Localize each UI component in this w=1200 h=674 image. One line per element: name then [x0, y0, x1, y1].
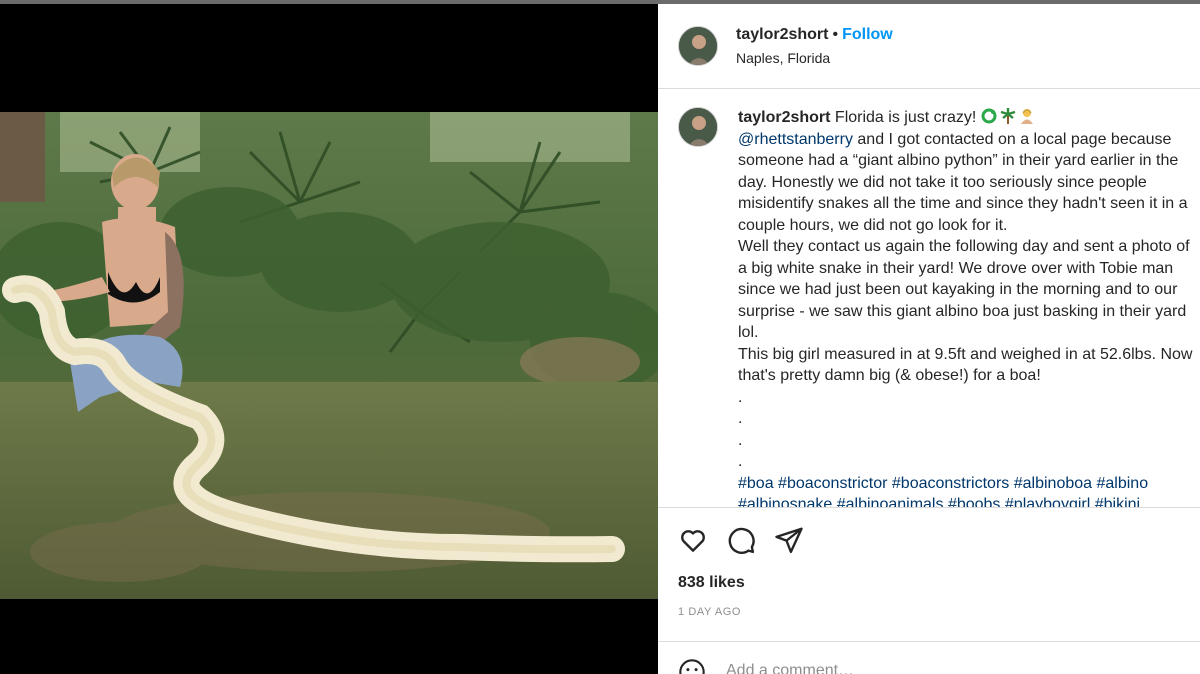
- hashtag-link[interactable]: #boobs: [948, 496, 1001, 507]
- hashtag-link[interactable]: #boa: [738, 475, 774, 492]
- mention-link[interactable]: @rhettstanberry: [738, 131, 853, 148]
- person-shrugging-emoji: [1020, 109, 1033, 124]
- caption-line: someone had a “giant albino python” in t…: [738, 152, 1179, 169]
- post-side-panel: taylor2short • Follow Naples, Florida tayl…: [658, 4, 1200, 674]
- comment-icon[interactable]: [726, 525, 756, 555]
- caption-line: .: [738, 453, 743, 470]
- caption-text: taylor2short Florida is just crazy! @rhe…: [738, 107, 1200, 507]
- avatar[interactable]: [678, 26, 718, 66]
- share-icon[interactable]: [774, 525, 804, 555]
- caption-line: a big white snake in their yard! We drov…: [738, 259, 1174, 277]
- post-header: taylor2short • Follow Naples, Florida: [658, 4, 1200, 89]
- follow-button[interactable]: Follow: [842, 26, 893, 43]
- post-header-line: taylor2short • Follow: [736, 26, 893, 44]
- hashtag-link[interactable]: #boaconstrictor: [778, 475, 887, 492]
- separator-dot: •: [832, 26, 839, 43]
- caption-line: This big girl measured in at 9.5ft and w…: [738, 345, 1193, 363]
- avatar-image: [679, 27, 717, 65]
- emoji-picker-icon[interactable]: [678, 658, 706, 674]
- add-comment-bar: [658, 641, 1200, 674]
- caption-line: lol.: [738, 324, 759, 341]
- caption-scroll-area[interactable]: taylor2short Florida is just crazy! @rhe…: [658, 89, 1200, 508]
- palm-tree-emoji: [1000, 108, 1016, 124]
- heart-icon[interactable]: [678, 525, 708, 555]
- comment-input[interactable]: [726, 662, 1126, 674]
- caption-line: since we had just been out kayaking in t…: [738, 281, 1178, 298]
- caption-line: Well they contact us again the following…: [738, 238, 1190, 255]
- hashtags-line-2: #albinosnake #albinoanimals #boobs #play…: [738, 494, 1200, 507]
- hashtag-link[interactable]: #bikini: [1095, 496, 1140, 507]
- hashtag-link[interactable]: #albinoanimals: [837, 496, 944, 507]
- caption-avatar[interactable]: [678, 107, 718, 147]
- likes-count[interactable]: 838 likes: [678, 574, 745, 592]
- hashtag-link[interactable]: #albinosnake: [738, 496, 832, 507]
- caption-first-text: Florida is just crazy!: [834, 109, 977, 126]
- caption-line: .: [738, 410, 743, 427]
- caption-line: .: [738, 431, 743, 449]
- hashtag-link[interactable]: #albino: [1096, 475, 1148, 492]
- post-location[interactable]: Naples, Florida: [736, 50, 830, 66]
- hashtag-link[interactable]: #boaconstrictors: [892, 475, 1009, 492]
- post-photo: [0, 112, 658, 599]
- post-time-ago: 1 DAY AGO: [678, 606, 742, 618]
- caption-line: surprise - we saw this giant albino boa …: [738, 302, 1187, 320]
- caption-line-1: and I got contacted on a local page beca…: [852, 130, 1172, 148]
- caption-username[interactable]: taylor2short: [738, 109, 830, 126]
- snake-emoji: [981, 108, 997, 124]
- caption-line: that's pretty damn big (& obese!) for a …: [738, 367, 1041, 384]
- caption-avatar-image: [679, 108, 717, 146]
- caption-line: day. Honestly we did not take it too ser…: [738, 173, 1147, 191]
- caption-line: .: [738, 388, 743, 406]
- hashtag-link[interactable]: #playboygirl: [1005, 496, 1090, 507]
- caption-mention-line: @rhettstanberry and I got contacted on a…: [738, 129, 1200, 151]
- caption-line: couple hours, we did not go look for it.: [738, 216, 1008, 234]
- post-media[interactable]: [0, 4, 658, 674]
- caption-first-line: taylor2short Florida is just crazy!: [738, 107, 1200, 129]
- post-username[interactable]: taylor2short: [736, 26, 828, 43]
- hashtags-line-1: #boa #boaconstrictor #boaconstrictors #a…: [738, 473, 1200, 495]
- caption-line: misidentify snakes all the time and sinc…: [738, 195, 1188, 212]
- hashtag-link[interactable]: #albinoboa: [1014, 475, 1092, 492]
